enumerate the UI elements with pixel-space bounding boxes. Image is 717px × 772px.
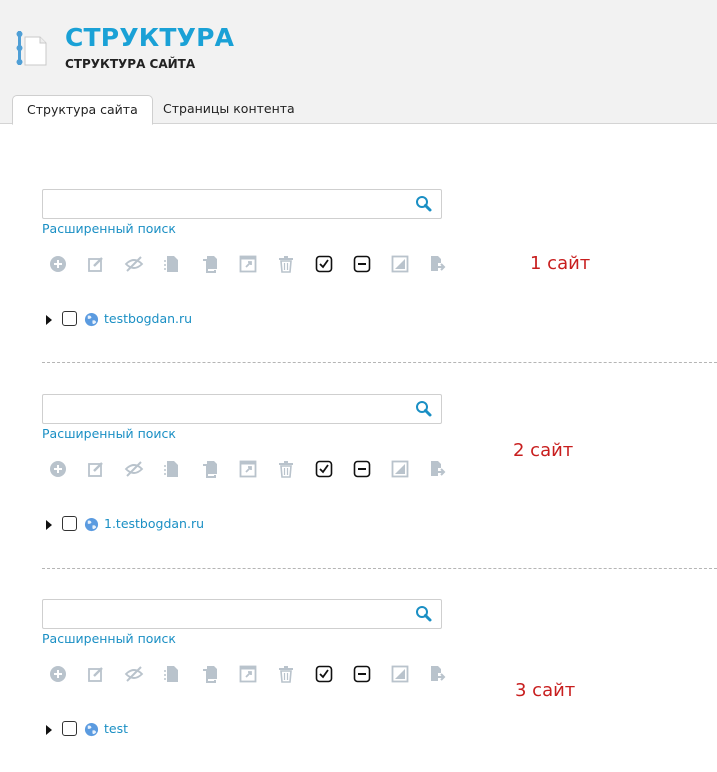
search-icon[interactable] — [413, 194, 435, 214]
hide-icon[interactable] — [122, 252, 146, 276]
delete-icon[interactable] — [274, 457, 298, 481]
template-icon[interactable] — [388, 457, 412, 481]
search-input[interactable] — [43, 190, 403, 218]
template-icon[interactable] — [388, 662, 412, 686]
expand-arrow-icon[interactable] — [44, 313, 54, 327]
duplicate-icon[interactable] — [198, 252, 222, 276]
deselect-all-icon[interactable] — [350, 252, 374, 276]
search-input[interactable] — [43, 395, 403, 423]
add-icon[interactable] — [46, 457, 70, 481]
search-box — [42, 189, 442, 219]
copy-icon[interactable] — [160, 662, 184, 686]
tree-item: 1.testbogdan.ru — [44, 515, 344, 535]
duplicate-icon[interactable] — [198, 662, 222, 686]
expand-arrow-icon[interactable] — [44, 518, 54, 532]
add-icon[interactable] — [46, 252, 70, 276]
search-box — [42, 599, 442, 629]
search-icon[interactable] — [413, 604, 435, 624]
site-link[interactable]: 1.testbogdan.ru — [104, 515, 204, 533]
select-all-icon[interactable] — [312, 662, 336, 686]
advanced-search-link[interactable]: Расширенный поиск — [42, 426, 176, 441]
export-icon[interactable] — [426, 252, 450, 276]
search-box — [42, 394, 442, 424]
hide-icon[interactable] — [122, 662, 146, 686]
site-annotation: 1 сайт — [530, 253, 591, 274]
site-annotation: 3 сайт — [515, 680, 576, 701]
copy-icon[interactable] — [160, 252, 184, 276]
hide-icon[interactable] — [122, 457, 146, 481]
edit-icon[interactable] — [84, 457, 108, 481]
tree-item-checkbox[interactable] — [62, 721, 77, 736]
delete-icon[interactable] — [274, 662, 298, 686]
page-subtitle: СТРУКТУРА САЙТА — [65, 57, 196, 71]
advanced-search-link[interactable]: Расширенный поиск — [42, 221, 176, 236]
tab-content-pages[interactable]: Страницы контента — [149, 95, 309, 125]
globe-icon — [84, 517, 99, 532]
tree-item-checkbox[interactable] — [62, 516, 77, 531]
site-link[interactable]: test — [104, 720, 128, 738]
export-icon[interactable] — [426, 662, 450, 686]
toolbar — [42, 662, 462, 686]
globe-icon — [84, 312, 99, 327]
expand-arrow-icon[interactable] — [44, 723, 54, 737]
select-all-icon[interactable] — [312, 457, 336, 481]
section-divider — [42, 568, 717, 569]
template-icon[interactable] — [388, 252, 412, 276]
duplicate-icon[interactable] — [198, 457, 222, 481]
deselect-all-icon[interactable] — [350, 662, 374, 686]
tab-site-structure[interactable]: Структура сайта — [12, 95, 153, 125]
page-title: СТРУКТУРА — [65, 23, 235, 52]
tree-item-checkbox[interactable] — [62, 311, 77, 326]
select-all-icon[interactable] — [312, 252, 336, 276]
advanced-search-link[interactable]: Расширенный поиск — [42, 631, 176, 646]
copy-icon[interactable] — [160, 457, 184, 481]
open-external-icon[interactable] — [236, 662, 260, 686]
deselect-all-icon[interactable] — [350, 457, 374, 481]
globe-icon — [84, 722, 99, 737]
search-input[interactable] — [43, 600, 403, 628]
site-annotation: 2 сайт — [513, 440, 574, 461]
tree-item: test — [44, 720, 344, 740]
open-external-icon[interactable] — [236, 252, 260, 276]
search-icon[interactable] — [413, 399, 435, 419]
add-icon[interactable] — [46, 662, 70, 686]
edit-icon[interactable] — [84, 252, 108, 276]
toolbar — [42, 252, 462, 276]
site-structure-icon — [16, 31, 47, 66]
open-external-icon[interactable] — [236, 457, 260, 481]
delete-icon[interactable] — [274, 252, 298, 276]
edit-icon[interactable] — [84, 662, 108, 686]
export-icon[interactable] — [426, 457, 450, 481]
section-divider — [42, 362, 717, 363]
tree-item: testbogdan.ru — [44, 310, 344, 330]
toolbar — [42, 457, 462, 481]
page-header: СТРУКТУРА СТРУКТУРА САЙТА Структура сайт… — [0, 0, 717, 125]
site-link[interactable]: testbogdan.ru — [104, 310, 192, 328]
